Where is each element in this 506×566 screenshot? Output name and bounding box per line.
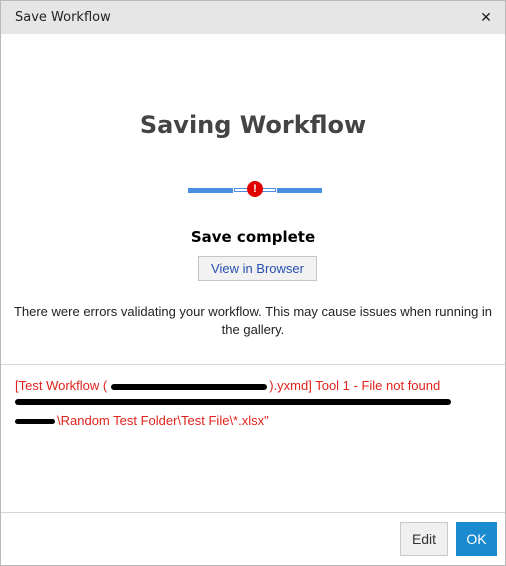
redaction-bar	[15, 419, 55, 425]
error-line: [Test Workflow ( ).yxmd] Tool 1 - File no…	[15, 377, 485, 405]
redaction-bar	[111, 383, 268, 390]
dialog-title: Save Workflow	[15, 10, 111, 25]
error-path-text: \Random Test Folder\Test File\*.xlsx"	[57, 413, 269, 428]
error-line: \Random Test Folder\Test File\*.xlsx"	[15, 413, 269, 428]
save-workflow-dialog: Save Workflow ✕ Saving Workflow ! Save c…	[0, 0, 506, 566]
title-bar: Save Workflow ✕	[1, 1, 505, 34]
status-text: Save complete	[190, 228, 316, 246]
error-icon: !	[247, 181, 263, 197]
progress-segment-right	[277, 188, 322, 193]
progress-indicator: !	[188, 181, 322, 197]
edit-button[interactable]: Edit	[400, 522, 448, 556]
validation-message: There were errors validating your workfl…	[13, 304, 493, 337]
progress-segment-left	[188, 188, 233, 193]
close-icon[interactable]: ✕	[475, 7, 497, 29]
view-in-browser-button[interactable]: View in Browser	[198, 256, 317, 281]
error-text-suffix: ).yxmd] Tool 1 - File not found	[269, 378, 441, 393]
error-list: [Test Workflow ( ).yxmd] Tool 1 - File no…	[15, 377, 485, 428]
ok-button[interactable]: OK	[456, 522, 497, 556]
divider	[1, 364, 505, 365]
redaction-bar	[15, 399, 451, 405]
page-title: Saving Workflow	[139, 111, 367, 139]
divider	[1, 512, 505, 513]
error-text-prefix: [Test Workflow (	[15, 378, 108, 393]
